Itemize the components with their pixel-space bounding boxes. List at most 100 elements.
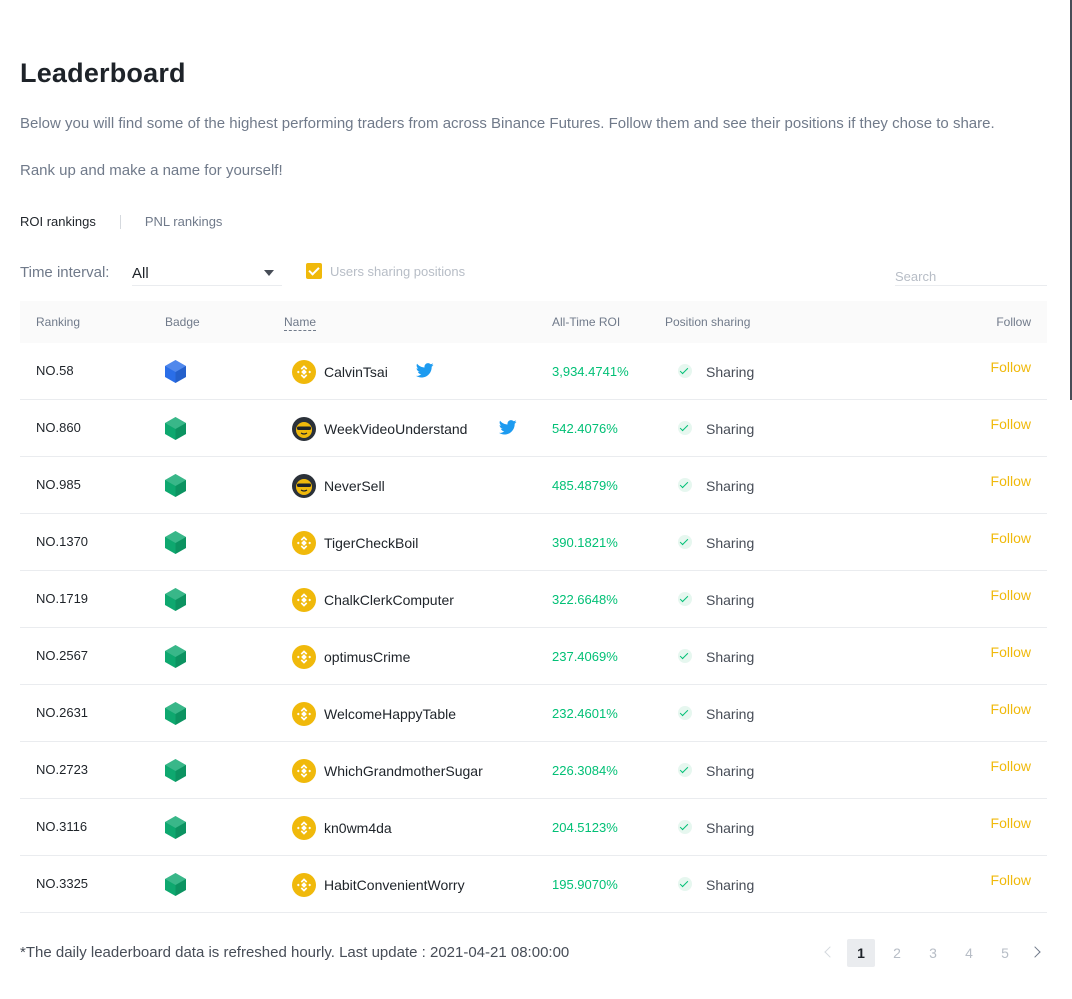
filter-bar: Time interval: All Users sharing positio…: [20, 260, 1047, 290]
trader-name[interactable]: WelcomeHappyTable: [324, 706, 456, 722]
follow-button[interactable]: Follow: [991, 815, 1031, 831]
trader-name[interactable]: WhichGrandmotherSugar: [324, 763, 483, 779]
sharing-status: Sharing: [706, 820, 755, 836]
binance-coin-icon: [292, 360, 316, 384]
trader-name[interactable]: optimusCrime: [324, 649, 410, 665]
roi-value: 3,934.4741%: [552, 364, 629, 379]
check-circle-icon: [678, 706, 692, 720]
sharing-positions-checkbox[interactable]: [306, 263, 322, 279]
green-hexagon-icon: [165, 645, 186, 668]
ranking-value: NO.1719: [36, 591, 89, 606]
binance-coin-icon: [292, 588, 316, 612]
sharing-status: Sharing: [706, 364, 755, 380]
green-hexagon-icon: [165, 588, 186, 611]
page-button-3[interactable]: 3: [919, 939, 947, 967]
trader-name[interactable]: CalvinTsai: [324, 364, 388, 380]
check-circle-icon: [678, 820, 692, 834]
roi-value: 226.3084%: [552, 763, 618, 778]
column-name[interactable]: Name: [284, 315, 317, 331]
trader-name[interactable]: WeekVideoUnderstand: [324, 421, 467, 437]
ranking-value: NO.1370: [36, 534, 89, 549]
refresh-note: *The daily leaderboard data is refreshed…: [20, 944, 570, 961]
binance-coin-icon: [292, 816, 316, 840]
ranking-value: NO.2723: [36, 762, 89, 777]
tab-pnl-rankings[interactable]: PNL rankings: [145, 214, 223, 229]
check-circle-icon: [678, 535, 692, 549]
table-body: NO.58 CalvinTsai 3,934.4741% Sharing Follow N…: [20, 343, 1047, 913]
time-interval-value: All: [132, 265, 149, 282]
table-row: NO.3325 HabitConvenientWorry 195.9070% Shar…: [20, 856, 1047, 913]
follow-button[interactable]: Follow: [991, 758, 1031, 774]
green-hexagon-icon: [165, 816, 186, 839]
ranking-value: NO.3325: [36, 876, 89, 891]
green-hexagon-icon: [165, 417, 186, 440]
ranking-value: NO.2631: [36, 705, 89, 720]
roi-value: 195.9070%: [552, 877, 618, 892]
table-row: NO.2631 WelcomeHappyTable 232.4601% Sharing…: [20, 685, 1047, 742]
follow-button[interactable]: Follow: [991, 644, 1031, 660]
trader-name[interactable]: HabitConvenientWorry: [324, 877, 465, 893]
search-input[interactable]: [895, 264, 1047, 286]
binance-coin-icon: [292, 531, 316, 555]
ranking-value: NO.3116: [36, 819, 88, 834]
sharing-status: Sharing: [706, 478, 755, 494]
check-circle-icon: [678, 421, 692, 435]
sharing-status: Sharing: [706, 421, 755, 437]
table-row: NO.2723 WhichGrandmotherSugar 226.3084% Sha…: [20, 742, 1047, 799]
check-circle-icon: [678, 592, 692, 606]
page-button-4[interactable]: 4: [955, 939, 983, 967]
binance-coin-icon: [292, 702, 316, 726]
column-position-sharing: Position sharing: [665, 315, 751, 329]
roi-value: 232.4601%: [552, 706, 618, 721]
table-row: NO.1370 TigerCheckBoil 390.1821% Sharing Fol…: [20, 514, 1047, 571]
green-hexagon-icon: [165, 702, 186, 725]
sunglasses-avatar-icon: [292, 417, 316, 441]
sharing-positions-label[interactable]: Users sharing positions: [330, 264, 465, 279]
column-badge: Badge: [165, 315, 200, 329]
roi-value: 204.5123%: [552, 820, 618, 835]
roi-value: 322.6648%: [552, 592, 618, 607]
page-button-1[interactable]: 1: [847, 939, 875, 967]
follow-button[interactable]: Follow: [991, 416, 1031, 432]
check-circle-icon: [678, 877, 692, 891]
check-circle-icon: [678, 649, 692, 663]
table-header: Ranking Badge Name All-Time ROI Position…: [20, 301, 1047, 343]
follow-button[interactable]: Follow: [991, 701, 1031, 717]
ranking-value: NO.2567: [36, 648, 89, 663]
page-button-5[interactable]: 5: [991, 939, 1019, 967]
follow-button[interactable]: Follow: [991, 872, 1031, 888]
trader-name[interactable]: TigerCheckBoil: [324, 535, 418, 551]
green-hexagon-icon: [165, 759, 186, 782]
table-row: NO.860 WeekVideoUnderstand 542.4076% Sharin…: [20, 400, 1047, 457]
sharing-status: Sharing: [706, 763, 755, 779]
time-interval-select[interactable]: All: [132, 260, 282, 286]
binance-coin-icon: [292, 645, 316, 669]
pagination: 1 2 3 4 5: [819, 939, 1055, 967]
trader-name[interactable]: kn0wm4da: [324, 820, 392, 836]
blue-hexagon-icon: [165, 360, 186, 383]
table-row: NO.1719 ChalkClerkComputer 322.6648% Sharin…: [20, 571, 1047, 628]
tab-roi-rankings[interactable]: ROI rankings: [20, 214, 96, 229]
trader-name[interactable]: ChalkClerkComputer: [324, 592, 454, 608]
twitter-icon[interactable]: [416, 363, 434, 378]
ranking-value: NO.860: [36, 420, 81, 435]
trader-name[interactable]: NeverSell: [324, 478, 385, 494]
sharing-status: Sharing: [706, 877, 755, 893]
roi-value: 390.1821%: [552, 535, 618, 550]
column-roi: All-Time ROI: [552, 315, 621, 329]
follow-button[interactable]: Follow: [991, 359, 1031, 375]
sharing-status: Sharing: [706, 649, 755, 665]
ranking-value: NO.58: [36, 363, 74, 378]
follow-button[interactable]: Follow: [991, 587, 1031, 603]
ranking-tabs: ROI rankings PNL rankings: [20, 214, 222, 229]
follow-button[interactable]: Follow: [991, 473, 1031, 489]
page-button-2[interactable]: 2: [883, 939, 911, 967]
time-interval-label: Time interval:: [20, 264, 110, 281]
follow-button[interactable]: Follow: [991, 530, 1031, 546]
chevron-left-icon[interactable]: [819, 939, 839, 967]
chevron-right-icon[interactable]: [1027, 939, 1047, 967]
page-subtitle: Rank up and make a name for yourself!: [20, 162, 283, 179]
sharing-status: Sharing: [706, 535, 755, 551]
green-hexagon-icon: [165, 531, 186, 554]
twitter-icon[interactable]: [499, 420, 517, 435]
